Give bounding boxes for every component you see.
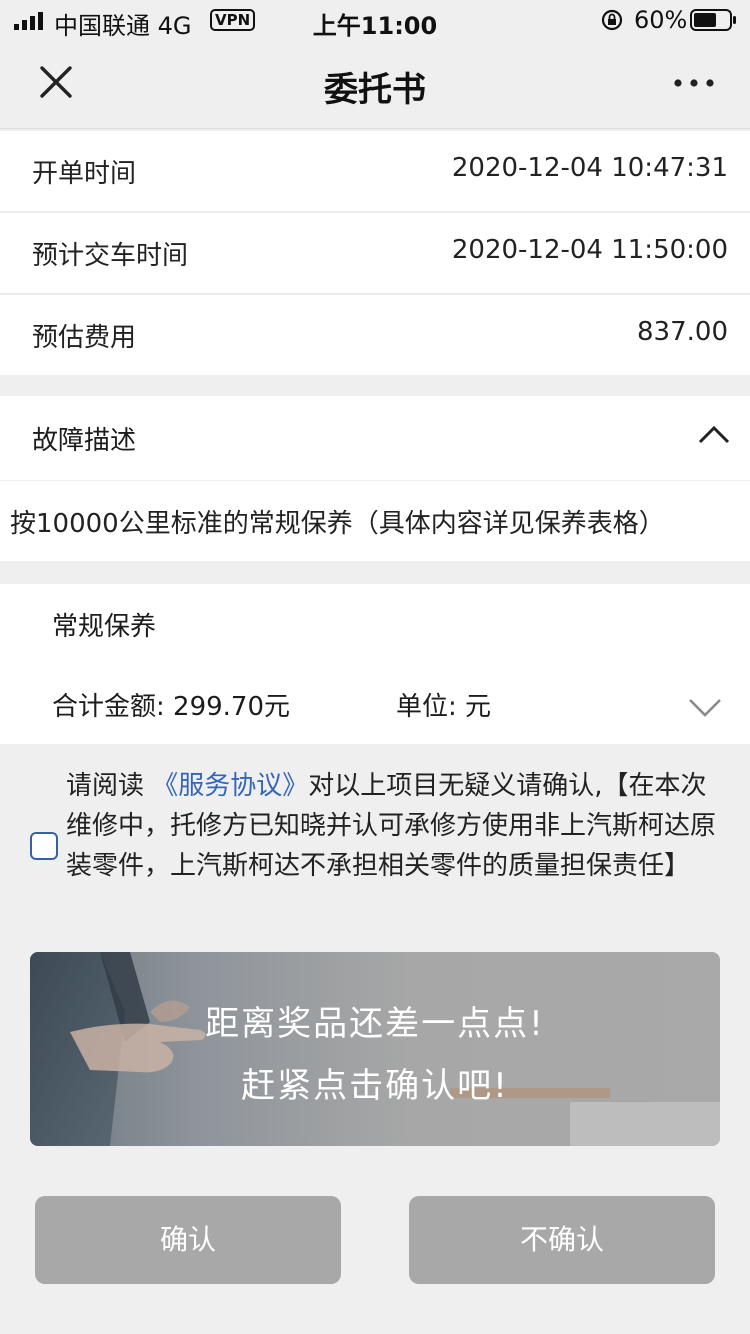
fault-description: 按10000公里标准的常规保养（具体内容详见保养表格）	[0, 481, 750, 561]
delivery-time-value: 2020-12-04 11:50:00	[451, 235, 728, 265]
battery-icon	[690, 9, 736, 31]
estimated-cost-label: 预估费用	[32, 323, 137, 353]
estimated-cost-value: 837.00	[637, 317, 728, 347]
promo-banner: 距离奖品还差一点点! 赶紧点击确认吧!	[30, 952, 720, 1146]
open-time-label: 开单时间	[32, 159, 137, 189]
banner-line-2: 赶紧点击确认吧!	[241, 1066, 509, 1106]
service-item-total: 合计金额: 299.70元	[52, 692, 290, 722]
rotation-lock-icon	[601, 9, 623, 31]
more-icon[interactable]	[672, 76, 716, 90]
fault-label: 故障描述	[32, 426, 137, 456]
battery-percent: 60%	[634, 6, 688, 34]
fault-section-header[interactable]: 故障描述	[0, 396, 750, 480]
reject-button[interactable]: 不确认	[409, 1196, 715, 1284]
fault-description-text: 按10000公里标准的常规保养（具体内容详见保养表格）	[10, 509, 665, 539]
service-item-unit: 单位: 元	[396, 692, 492, 722]
chevron-up-icon[interactable]	[698, 424, 730, 444]
agreement-section: 请阅读 《服务协议》对以上项目无疑义请确认,【在本次维修中，托修方已知晓并认可承…	[0, 744, 750, 934]
delivery-time-label: 预计交车时间	[32, 241, 189, 271]
hand-illustration	[30, 952, 206, 1146]
service-item-card[interactable]: 常规保养 合计金额: 299.70元 单位: 元	[0, 584, 750, 744]
open-time-value: 2020-12-04 10:47:31	[451, 153, 728, 183]
confirm-button[interactable]: 确认	[35, 1196, 341, 1284]
nav-bar: 委托书	[0, 40, 750, 129]
agreement-prefix: 请阅读	[66, 771, 145, 801]
delivery-time-row: 预计交车时间 2020-12-04 11:50:00	[0, 213, 750, 293]
service-agreement-link[interactable]: 《服务协议》	[152, 771, 308, 801]
estimated-cost-row: 预估费用 837.00	[0, 295, 750, 375]
agreement-text: 请阅读 《服务协议》对以上项目无疑义请确认,【在本次维修中，托修方已知晓并认可承…	[66, 766, 722, 886]
open-time-row: 开单时间 2020-12-04 10:47:31	[0, 131, 750, 211]
agreement-checkbox[interactable]	[30, 832, 58, 860]
banner-line-1: 距离奖品还差一点点!	[205, 1004, 545, 1044]
page-title: 委托书	[324, 70, 426, 110]
chevron-down-icon[interactable]	[688, 696, 722, 718]
background-desk	[570, 1102, 720, 1146]
status-bar: 中国联通 4G VPN 上午11:00 60%	[0, 0, 750, 40]
service-item-name: 常规保养	[52, 612, 157, 642]
